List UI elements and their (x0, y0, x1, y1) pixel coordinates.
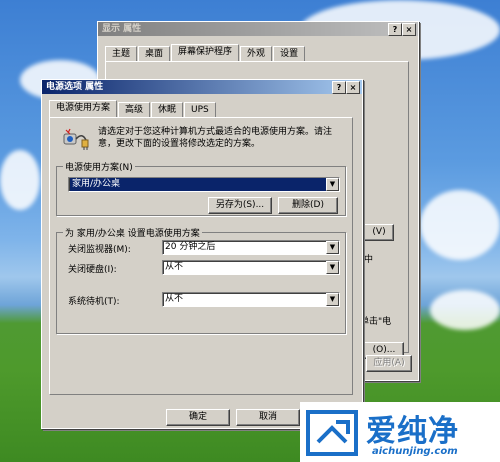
dropdown-arrow-icon[interactable]: ▼ (326, 178, 339, 191)
tab-themes[interactable]: 主题 (105, 46, 138, 61)
apply-button[interactable]: 应用(A) (366, 355, 412, 372)
tab-settings[interactable]: 设置 (273, 46, 306, 61)
harddisk-label: 关闭硬盘(I): (68, 265, 117, 275)
close-button[interactable]: × (402, 23, 416, 36)
description-text: 请选定对于您这种计算机方式最适合的电源使用方案。请注意，更改下面的设置将修改选定… (98, 127, 333, 149)
scheme-group-label: 电源使用方案(N) (63, 160, 135, 173)
dropdown-arrow-icon[interactable]: ▼ (326, 293, 339, 306)
tab-power-schemes[interactable]: 电源使用方案 (49, 100, 118, 117)
tab-ups[interactable]: UPS (184, 102, 216, 117)
help-button[interactable]: ? (332, 81, 346, 94)
tab-screensaver[interactable]: 屏幕保护程序 (171, 44, 240, 61)
brand-watermark: 爱纯净 aichunjing.com (300, 402, 500, 462)
cloud (430, 290, 500, 330)
brand-text: 爱纯净 (366, 414, 459, 449)
monitor-select[interactable]: 20 分钟之后 ▼ (162, 240, 340, 255)
tab-desktop[interactable]: 桌面 (138, 46, 171, 61)
ok-button[interactable]: 确定 (166, 409, 230, 426)
window-title: 显示 属性 (102, 24, 142, 34)
tab-advanced[interactable]: 高级 (118, 102, 151, 117)
display-properties-titlebar: 显示 属性 ? × (98, 22, 418, 36)
standby-label: 系统待机(T): (68, 297, 120, 307)
delete-button[interactable]: 删除(D) (278, 197, 338, 214)
power-tab-panel: 请选定对于您这种计算机方式最适合的电源使用方案。请注意，更改下面的设置将修改选定… (49, 117, 353, 395)
harddisk-select[interactable]: 从不 ▼ (162, 260, 340, 275)
standby-value: 从不 (165, 294, 184, 304)
monitor-label: 关闭监视器(M): (68, 245, 131, 255)
settings-group-label: 为 家用/办公桌 设置电源使用方案 (63, 226, 202, 239)
standby-select[interactable]: 从不 ▼ (162, 292, 340, 307)
tab-appearance[interactable]: 外观 (240, 46, 273, 61)
brand-logo-icon (306, 410, 358, 456)
tab-hibernate[interactable]: 休眠 (151, 102, 184, 117)
display-tabs: 主题 桌面 屏幕保护程序 外观 设置 (105, 44, 306, 61)
monitor-value: 20 分钟之后 (165, 242, 216, 252)
save-as-button[interactable]: 另存为(S)... (208, 197, 272, 214)
harddisk-value: 从不 (165, 262, 184, 272)
partial-text: 中 (364, 255, 374, 265)
power-tabs: 电源使用方案 高级 休眠 UPS (49, 100, 217, 117)
power-options-window: 电源选项 属性 ? × 电源使用方案 高级 休眠 UPS 请选定对于您这种计算机… (41, 79, 363, 429)
cloud (420, 190, 500, 260)
cloud (0, 150, 40, 210)
dropdown-arrow-icon[interactable]: ▼ (326, 261, 339, 274)
partial-text-power: 单击"电 (360, 317, 392, 327)
partial-button-v[interactable]: (V) (364, 224, 394, 241)
brand-url: aichunjing.com (372, 446, 458, 457)
window-title: 电源选项 属性 (46, 82, 104, 92)
power-plug-icon (62, 126, 90, 152)
close-button[interactable]: × (346, 81, 360, 94)
scheme-value: 家用/办公桌 (70, 178, 327, 191)
cancel-button[interactable]: 取消 (236, 409, 300, 426)
power-options-titlebar: 电源选项 属性 ? × (42, 80, 362, 94)
dropdown-arrow-icon[interactable]: ▼ (326, 241, 339, 254)
scheme-select[interactable]: 家用/办公桌 ▼ (68, 177, 340, 192)
help-button[interactable]: ? (388, 23, 402, 36)
